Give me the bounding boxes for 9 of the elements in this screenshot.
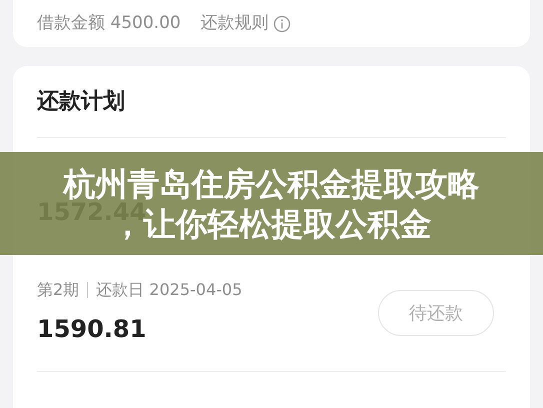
due-date: 还款日 2025-04-05 [96, 279, 242, 301]
period-label: 第2期 [37, 279, 80, 301]
installment-amount: 1590.81 [37, 314, 148, 345]
status-button[interactable]: 待还款 [378, 290, 494, 336]
repayment-rules-link[interactable]: 还款规则 [200, 10, 291, 36]
banner-title: 杭州青岛住房公积金提取攻略 [64, 164, 480, 202]
plan-title: 还款计划 [37, 88, 125, 116]
loan-amount: 借款金额 4500.00 [37, 12, 181, 35]
info-icon [272, 14, 291, 32]
